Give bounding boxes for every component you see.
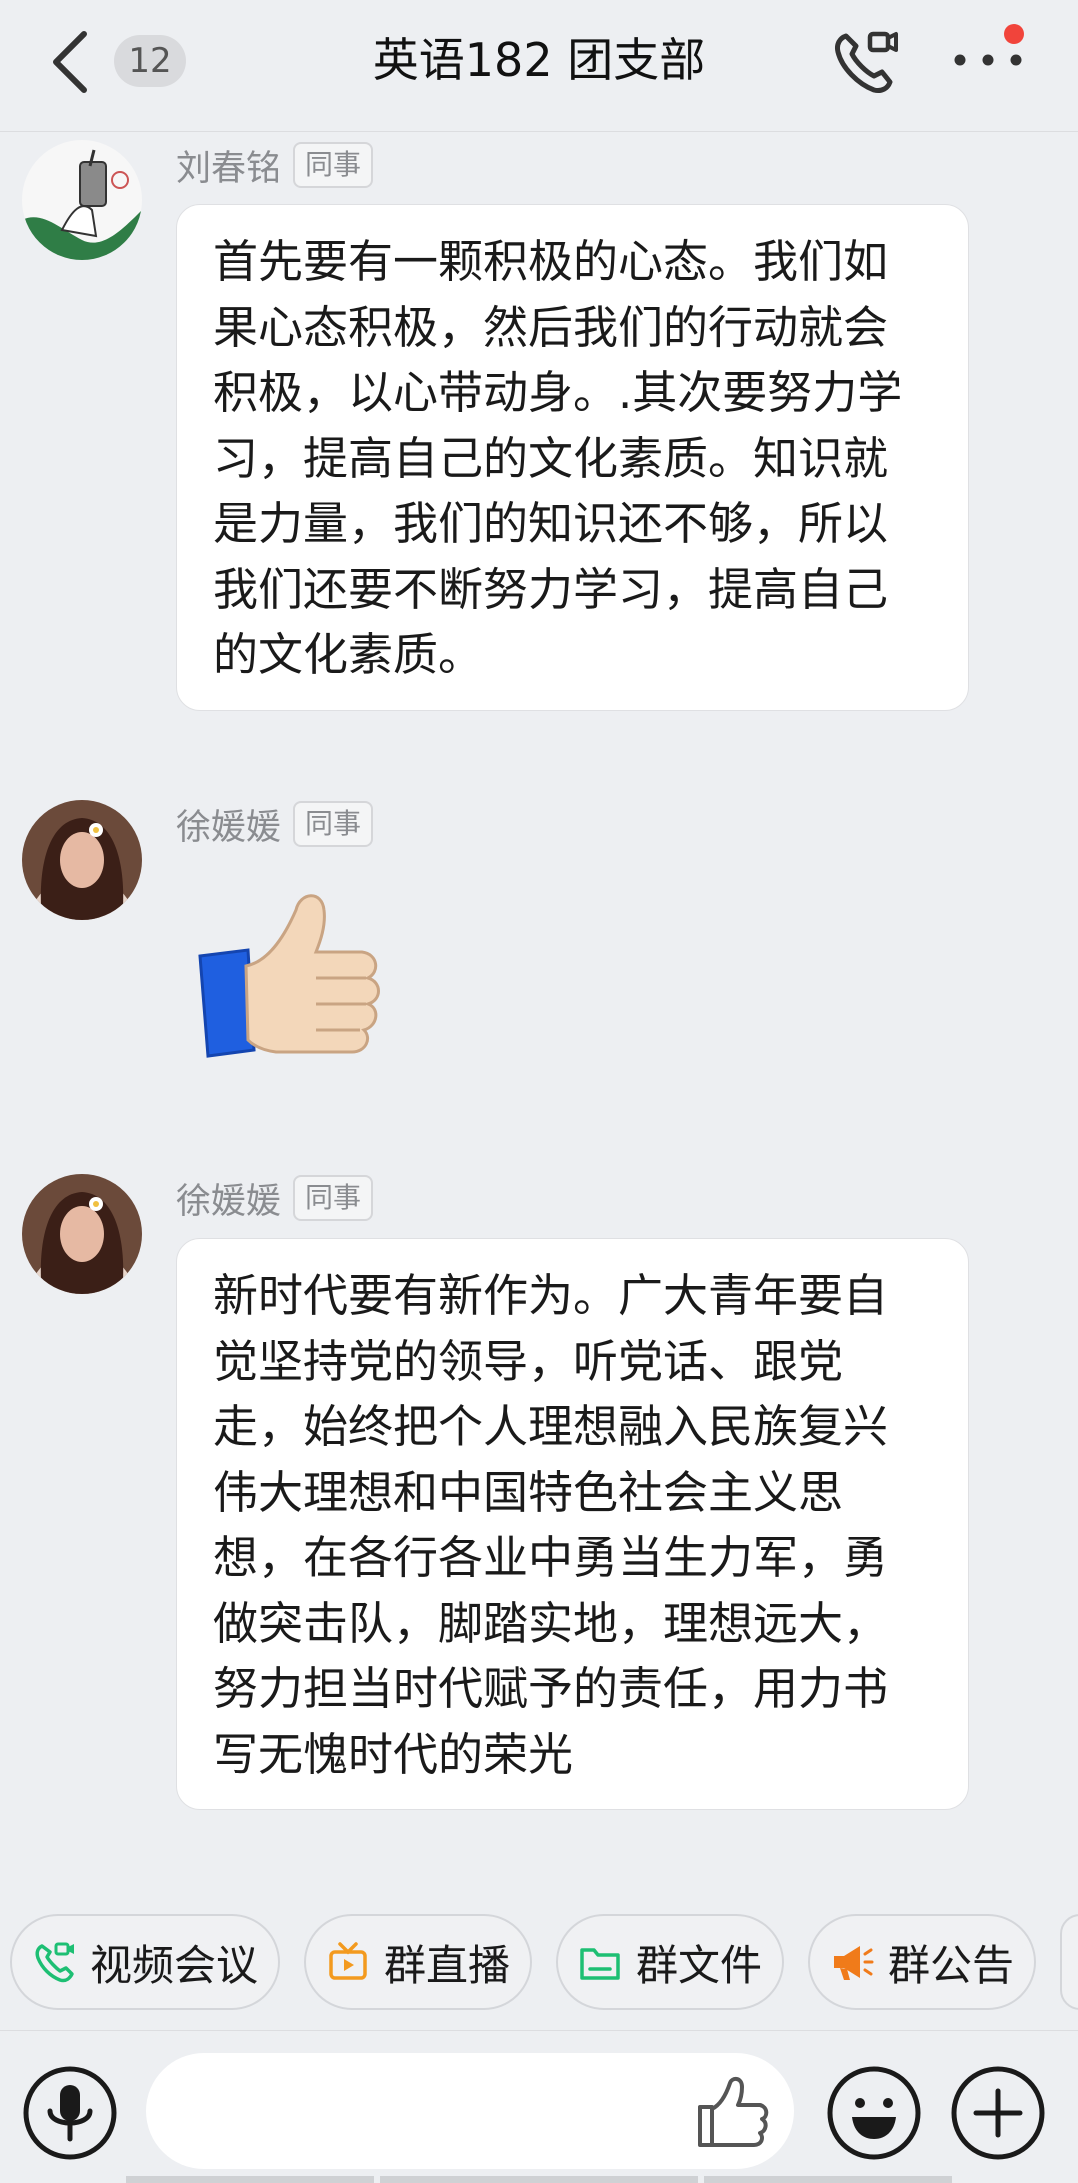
microphone-icon[interactable]: [22, 2065, 118, 2161]
chip-label: 视频会议: [89, 1940, 258, 1990]
panel-indicator: [380, 2176, 698, 2183]
panel-indicator: [126, 2176, 374, 2183]
avatar[interactable]: [22, 1174, 142, 1294]
chat-header: 12 英语182 团支部: [0, 0, 1078, 132]
notification-dot: [1004, 24, 1024, 44]
back-arrow-icon[interactable]: [46, 28, 96, 96]
voice-video-call-icon[interactable]: [830, 28, 900, 98]
avatar[interactable]: [22, 800, 142, 920]
portrait-avatar-image: [22, 1174, 142, 1294]
message-sender: 徐媛媛 同事: [176, 1174, 374, 1222]
unread-count-badge[interactable]: 12: [114, 35, 186, 87]
portrait-avatar-image: [22, 800, 142, 920]
message-bubble[interactable]: 新时代要有新作为。广大青年要自觉坚持党的领导，听党话、跟党走，始终把个人理想融入…: [176, 1238, 969, 1810]
sender-name: 刘春铭: [176, 148, 282, 189]
live-tv-icon: [329, 1942, 367, 1980]
chip-label: 群直播: [383, 1940, 510, 1990]
chat-title: 英语182 团支部: [372, 33, 706, 87]
video-meeting-button[interactable]: 视频会议: [10, 1914, 280, 2010]
thumbs-up-icon[interactable]: [694, 2073, 774, 2153]
group-files-button[interactable]: 群文件: [556, 1914, 784, 2010]
folder-icon: [580, 1948, 620, 1980]
role-tag: 同事: [293, 801, 374, 847]
message-sender: 徐媛媛 同事: [176, 800, 374, 848]
more-actions-chip[interactable]: [1060, 1914, 1078, 2010]
role-tag: 同事: [293, 1175, 374, 1221]
sender-name: 徐媛媛: [176, 1181, 282, 1222]
chip-label: 群公告: [887, 1940, 1014, 1990]
input-bar: [0, 2030, 1078, 2183]
plus-icon[interactable]: [950, 2065, 1046, 2161]
thumbs-up-sticker-icon[interactable]: [196, 880, 386, 1060]
megaphone-icon: [833, 1946, 874, 1980]
chip-label: 群文件: [635, 1940, 762, 1990]
video-call-icon: [35, 1942, 74, 1983]
emoji-icon[interactable]: [826, 2065, 922, 2161]
message-sender: 刘春铭 同事: [176, 141, 374, 189]
role-tag: 同事: [293, 142, 374, 188]
group-notice-button[interactable]: 群公告: [808, 1914, 1036, 2010]
message-bubble[interactable]: 首先要有一颗积极的心态。我们如果心态积极，然后我们的行动就会积极，以心带动身。.…: [176, 204, 969, 711]
group-live-button[interactable]: 群直播: [304, 1914, 532, 2010]
sketch-avatar-image: [22, 140, 142, 260]
sender-name: 徐媛媛: [176, 807, 282, 848]
quick-action-bar: 视频会议 群直播 群文件 群公告: [0, 1914, 1078, 2014]
panel-indicator: [704, 2176, 952, 2183]
avatar[interactable]: [22, 140, 142, 260]
